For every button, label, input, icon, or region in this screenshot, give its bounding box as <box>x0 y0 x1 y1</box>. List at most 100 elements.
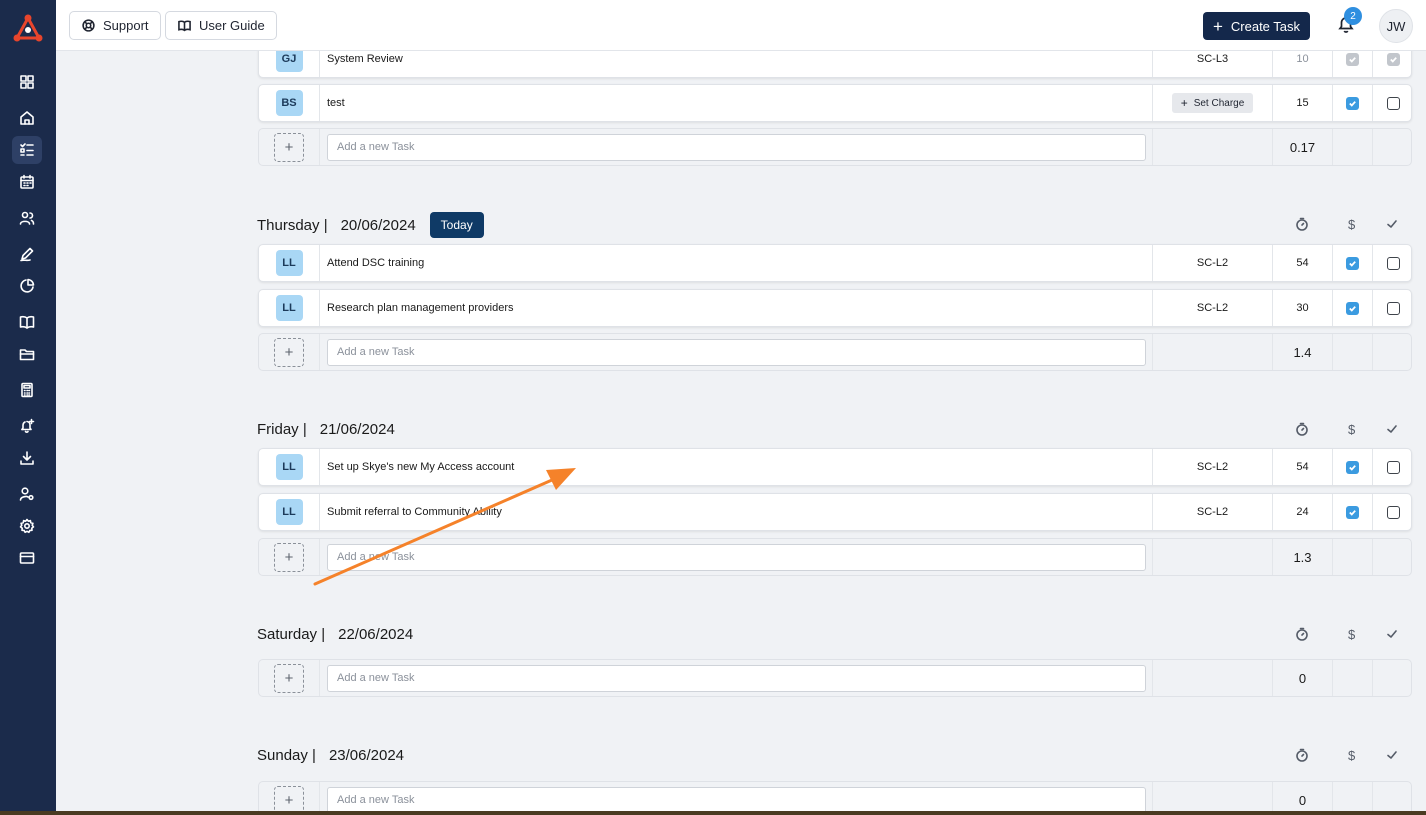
plus-icon: + <box>1212 16 1223 36</box>
task-minutes[interactable]: 54 <box>1273 449 1333 485</box>
new-task-input[interactable] <box>327 786 1146 814</box>
home-icon <box>20 111 34 125</box>
add-assignee-button[interactable]: + <box>274 337 304 367</box>
new-task-input[interactable] <box>327 543 1146 571</box>
user-avatar[interactable]: JW <box>1379 9 1413 43</box>
book-icon <box>19 315 35 329</box>
user-guide-button[interactable]: User Guide <box>165 11 277 40</box>
add-task-row: + 0 <box>258 659 1412 697</box>
task-row[interactable]: LL Submit referral to Community Ability … <box>258 493 1412 531</box>
task-name[interactable]: System Review <box>320 51 1153 77</box>
support-code[interactable]: SC-L2 <box>1153 449 1273 485</box>
nav-reminders[interactable] <box>12 412 42 440</box>
new-task-input[interactable] <box>327 133 1146 161</box>
task-row[interactable]: LL Research plan management providers SC… <box>258 289 1412 327</box>
charged-checkbox[interactable] <box>1346 96 1359 110</box>
nav-downloads[interactable] <box>12 444 42 472</box>
add-task-row: + 1.3 <box>258 538 1412 576</box>
nav-notes[interactable] <box>12 240 42 268</box>
nav-dashboard[interactable] <box>12 68 42 96</box>
day-header: Friday | 21/06/2024 <box>257 421 395 438</box>
nav-home[interactable] <box>12 104 42 132</box>
today-badge: Today <box>429 212 484 238</box>
new-task-input[interactable] <box>327 338 1146 366</box>
app-logo[interactable] <box>12 14 44 42</box>
charged-checkbox[interactable] <box>1346 505 1359 519</box>
task-minutes[interactable]: 15 <box>1273 85 1333 121</box>
day-header: Thursday | 20/06/2024 Today <box>257 212 484 238</box>
nav-calendar[interactable] <box>12 168 42 196</box>
day-header: Sunday | 23/06/2024 <box>257 747 404 764</box>
done-checkbox[interactable] <box>1386 96 1400 110</box>
task-row[interactable]: LL Attend DSC training SC-L2 54 <box>258 244 1412 282</box>
nav-settings[interactable] <box>12 512 42 540</box>
check-icon <box>1385 217 1399 231</box>
assignee-avatar: LL <box>275 295 303 321</box>
new-task-input[interactable] <box>327 664 1146 692</box>
add-task-row: + 0.17 <box>258 128 1412 166</box>
users-icon <box>19 211 35 225</box>
dollar-icon: $ <box>1348 748 1356 763</box>
nav-billing[interactable] <box>12 376 42 404</box>
support-code[interactable]: SC-L2 <box>1153 245 1273 281</box>
task-list: GJ System Review SC-L3 10 BS test + Set C… <box>56 51 1426 815</box>
task-name[interactable]: test <box>320 85 1153 121</box>
user-settings-icon <box>19 487 34 501</box>
create-task-button[interactable]: + Create Task <box>1203 12 1310 40</box>
task-minutes[interactable]: 10 <box>1273 51 1333 77</box>
day-date: 21/06/2024 <box>319 421 395 438</box>
day-total-hours: 1.3 <box>1293 549 1312 565</box>
credit-card-icon <box>19 552 35 564</box>
task-name[interactable]: Submit referral to Community Ability <box>320 494 1153 530</box>
timer-icon <box>1295 627 1309 641</box>
support-code[interactable]: SC-L3 <box>1153 51 1273 77</box>
add-assignee-button[interactable]: + <box>274 542 304 572</box>
day-total-hours: 0 <box>1298 670 1307 686</box>
done-checkbox[interactable] <box>1386 460 1400 474</box>
check-icon <box>1385 748 1399 762</box>
lifebuoy-icon <box>82 19 95 32</box>
day-total-hours: 1.4 <box>1293 344 1312 360</box>
done-checkbox[interactable] <box>1386 301 1400 315</box>
task-minutes[interactable]: 24 <box>1273 494 1333 530</box>
check-icon <box>1385 627 1399 641</box>
done-checkbox[interactable] <box>1386 505 1400 519</box>
task-name[interactable]: Attend DSC training <box>320 245 1153 281</box>
nav-team[interactable] <box>12 480 42 508</box>
assignee-avatar: LL <box>275 454 303 480</box>
timer-icon <box>1295 748 1309 762</box>
nav-reports[interactable] <box>12 272 42 300</box>
assignee-avatar: BS <box>275 90 303 116</box>
support-code[interactable]: SC-L2 <box>1153 494 1273 530</box>
task-minutes[interactable]: 30 <box>1273 290 1333 326</box>
support-button[interactable]: Support <box>69 11 161 40</box>
nav-clients[interactable] <box>12 204 42 232</box>
charged-checkbox[interactable] <box>1346 460 1359 474</box>
set-charge-button[interactable]: + Set Charge <box>1171 93 1254 113</box>
charged-checkbox[interactable] <box>1346 301 1359 315</box>
day-date: 22/06/2024 <box>338 626 414 643</box>
nav-payments[interactable] <box>12 544 42 572</box>
nav-guide[interactable] <box>12 308 42 336</box>
notification-badge: 2 <box>1344 7 1362 25</box>
task-name[interactable]: Research plan management providers <box>320 290 1153 326</box>
add-assignee-button[interactable]: + <box>274 663 304 693</box>
folder-icon <box>19 349 35 361</box>
task-name[interactable]: Set up Skye's new My Access account <box>320 449 1153 485</box>
pie-chart-icon <box>20 278 35 293</box>
user-guide-label: User Guide <box>199 18 265 33</box>
day-date: 23/06/2024 <box>328 747 405 764</box>
support-code[interactable]: SC-L2 <box>1153 290 1273 326</box>
charged-checkbox[interactable] <box>1346 256 1359 270</box>
day-date: 20/06/2024 <box>340 216 416 234</box>
task-minutes[interactable]: 54 <box>1273 245 1333 281</box>
task-row[interactable]: BS test + Set Charge 15 <box>258 84 1412 122</box>
add-assignee-button[interactable]: + <box>274 132 304 162</box>
done-checkbox[interactable] <box>1386 256 1400 270</box>
nav-documents[interactable] <box>12 340 42 368</box>
task-row[interactable]: GJ System Review SC-L3 10 <box>258 51 1412 78</box>
create-task-label: Create Task <box>1230 18 1301 34</box>
nav-tasks[interactable] <box>12 136 42 164</box>
task-row[interactable]: LL Set up Skye's new My Access account S… <box>258 448 1412 486</box>
check-icon <box>1385 422 1399 436</box>
